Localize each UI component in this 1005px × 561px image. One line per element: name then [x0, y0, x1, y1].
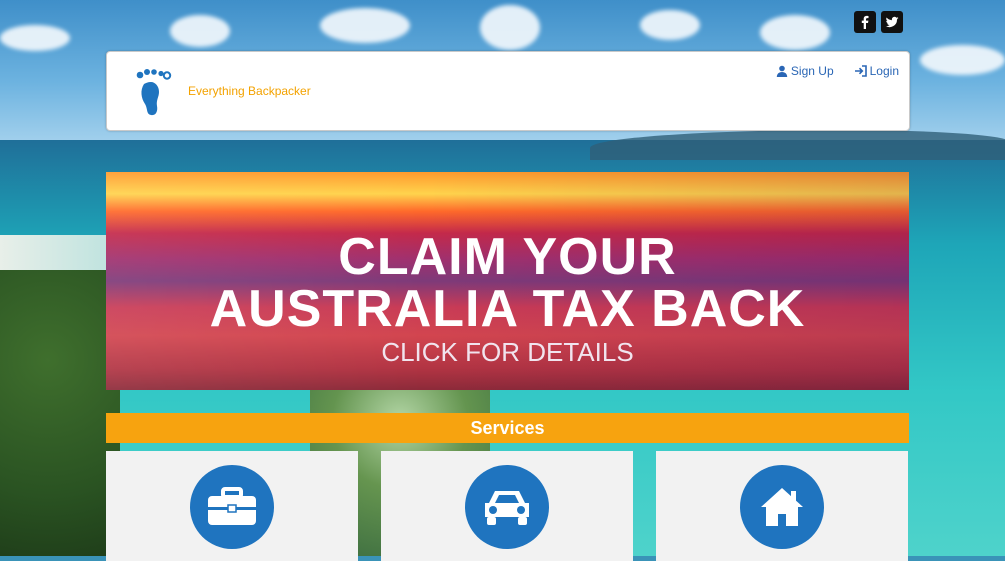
twitter-icon[interactable]: [881, 11, 903, 33]
cloud: [170, 15, 230, 47]
car-icon: [465, 465, 549, 549]
services-heading: Services: [106, 413, 909, 443]
facebook-icon[interactable]: [854, 11, 876, 33]
cloud: [920, 45, 1005, 75]
brand-name[interactable]: Everything Backpacker: [188, 84, 311, 98]
service-card-jobs[interactable]: [106, 451, 358, 561]
account-links: Sign Up Login: [776, 64, 899, 78]
forest-left: [0, 270, 120, 556]
cloud: [480, 5, 540, 50]
house-icon: [740, 465, 824, 549]
sign-up-link[interactable]: Sign Up: [776, 64, 834, 78]
sign-up-label: Sign Up: [790, 64, 834, 78]
login-label: Login: [869, 64, 899, 78]
cloud: [0, 25, 70, 51]
social-links: [854, 11, 903, 33]
login-link[interactable]: Login: [854, 64, 899, 78]
cloud: [320, 8, 410, 43]
banner-headline-line1: CLAIM YOUR: [338, 228, 677, 286]
user-icon: [776, 65, 788, 77]
cloud: [760, 15, 830, 50]
service-card-accommodation[interactable]: [656, 451, 908, 561]
banner-cta: CLICK FOR DETAILS: [381, 337, 634, 367]
briefcase-icon: [190, 465, 274, 549]
tax-back-banner[interactable]: CLAIM YOUR AUSTRALIA TAX BACK CLICK FOR …: [106, 172, 909, 390]
service-card-cars[interactable]: [381, 451, 633, 561]
footprint-logo-icon[interactable]: [134, 66, 174, 121]
site-header: Everything Backpacker Sign Up Login: [106, 51, 910, 131]
login-icon: [854, 65, 867, 77]
banner-headline-line2: AUSTRALIA TAX BACK: [209, 280, 806, 338]
cloud: [640, 10, 700, 40]
